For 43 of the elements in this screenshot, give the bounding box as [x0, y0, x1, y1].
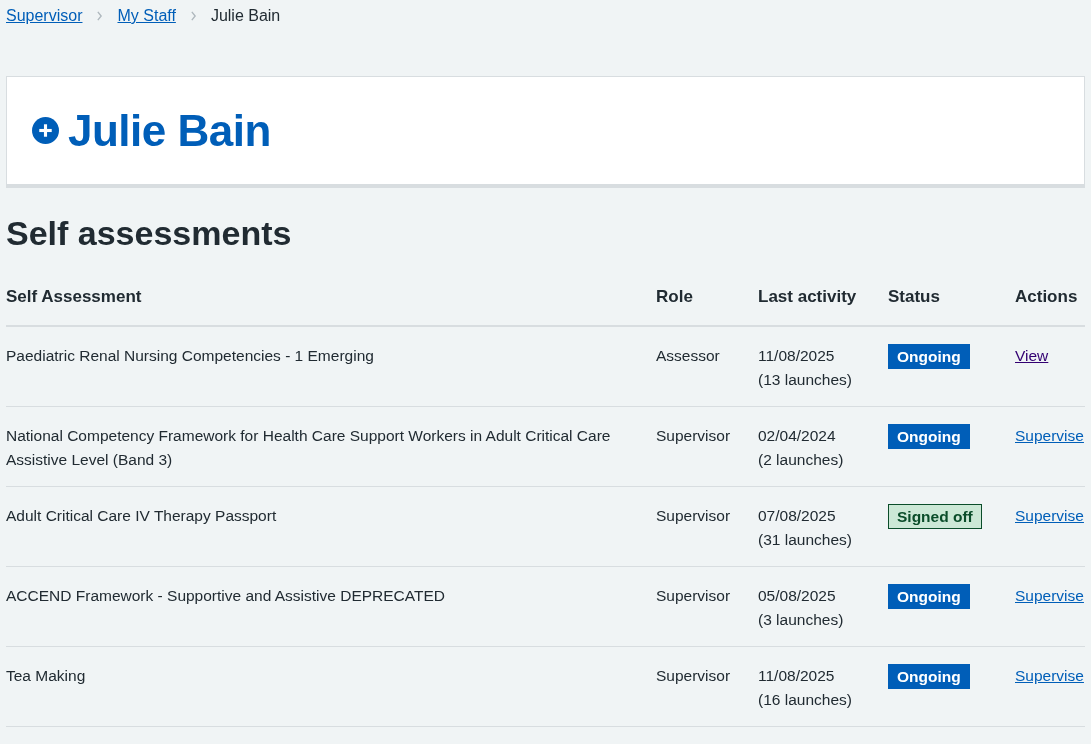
expand-plus-icon[interactable]	[32, 117, 59, 144]
status-tag: Signed off	[888, 504, 982, 529]
table-cell-text: Supervisor	[656, 506, 732, 526]
date-text: 05/08/2025	[758, 586, 837, 606]
action-link[interactable]: Supervise	[1015, 507, 1084, 524]
column-header: Role	[656, 287, 694, 307]
table-cell-text: ACCEND Framework - Supportive and Assistive DEPRECATED	[6, 586, 446, 606]
action-link[interactable]: Supervise	[1015, 427, 1084, 444]
table-cell-text: Supervisor	[656, 666, 732, 686]
chevron-icon	[96, 11, 104, 21]
launch-count: (31 launches)	[758, 530, 853, 550]
table-cell-text: Paediatric Renal Nursing Competencies - 1 Emerging	[6, 346, 375, 366]
breadcrumb-link[interactable]: My Staff	[117, 7, 176, 25]
status-tag: Ongoing	[888, 584, 970, 609]
launch-count: (13 launches)	[758, 370, 853, 390]
table-cell-text: Adult Critical Care IV Therapy Passport	[6, 506, 278, 526]
status-tag: Ongoing	[888, 424, 970, 449]
section-heading: Self assessments	[6, 214, 293, 253]
column-header: Self Assessment	[6, 287, 143, 307]
status-tag: Ongoing	[888, 344, 970, 369]
breadcrumb-link[interactable]: Supervisor	[6, 7, 83, 25]
date-text: 02/04/2024	[758, 426, 837, 446]
action-link[interactable]: Supervise	[1015, 667, 1084, 684]
breadcrumb-current: Julie Bain	[210, 7, 281, 25]
action-link[interactable]: View	[1015, 347, 1049, 364]
date-text: 11/08/2025	[758, 666, 836, 686]
column-header: Actions	[1015, 287, 1079, 307]
column-header: Status	[888, 287, 941, 307]
table-cell-text: National Competency Framework for Health Care Support Workers in Adult Critical Care Assistive Level (Band 3)	[6, 426, 612, 470]
status-tag: Ongoing	[888, 664, 970, 689]
date-text: 11/08/2025	[758, 346, 836, 366]
date-text: 07/08/2025	[758, 506, 837, 526]
table-cell-text: Supervisor	[656, 586, 732, 606]
table-cell-text: Assessor	[656, 346, 721, 366]
column-header: Last activity	[758, 287, 858, 307]
staff-name-heading[interactable]: Julie Bain	[68, 105, 271, 156]
launch-count: (3 launches)	[758, 610, 845, 630]
action-link[interactable]: Supervise	[1015, 587, 1084, 604]
table-cell-text: Supervisor	[656, 426, 732, 446]
chevron-icon	[189, 11, 197, 21]
launch-count: (2 launches)	[758, 450, 845, 470]
table-cell-text: Tea Making	[6, 666, 87, 686]
launch-count: (16 launches)	[758, 690, 853, 710]
